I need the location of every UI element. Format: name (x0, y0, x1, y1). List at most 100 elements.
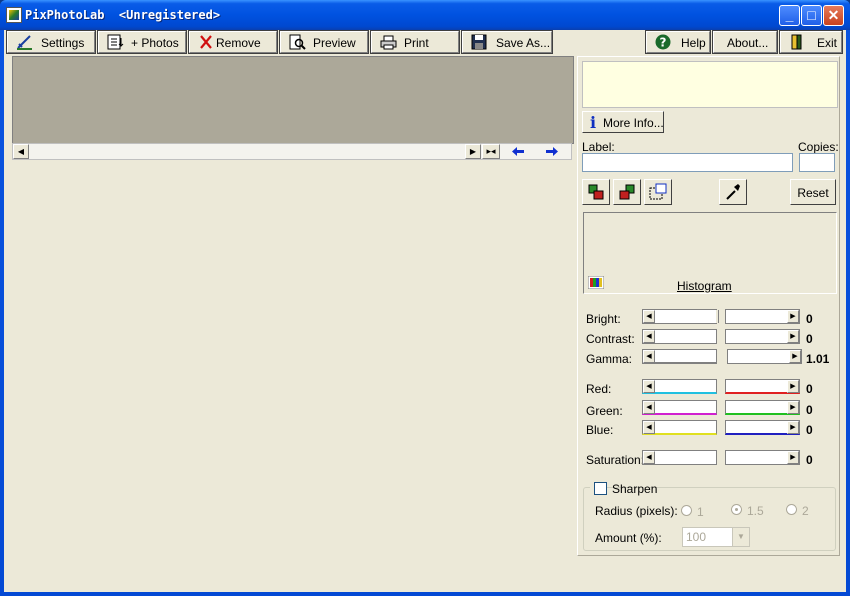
green-value: 0 (806, 403, 813, 417)
blue-left-arrow[interactable]: ◀ (643, 421, 655, 434)
amount-select[interactable]: 100 ▼ (682, 527, 750, 547)
green-slider-plus[interactable]: ▶ (725, 400, 800, 415)
sharpen-label: Sharpen (612, 482, 658, 496)
eyedropper-button[interactable] (719, 179, 747, 205)
remove-button[interactable]: Remove (188, 30, 278, 54)
about-label: About... (727, 36, 769, 50)
radius-option-1-label: 1 (697, 505, 704, 519)
saturation-left-arrow[interactable]: ◀ (643, 451, 655, 464)
preview-button[interactable]: Preview (279, 30, 369, 54)
rotate-left-button[interactable] (582, 179, 610, 205)
blue-right-arrow[interactable]: ▶ (787, 421, 799, 434)
next-photo-arrow-icon[interactable] (545, 146, 559, 157)
red-right-arrow[interactable]: ▶ (787, 380, 799, 393)
toolbar: Settings + Photos Remove Preview Print S… (4, 30, 846, 56)
red-value: 0 (806, 382, 813, 396)
blue-value: 0 (806, 423, 813, 437)
contrast-value: 0 (806, 332, 813, 346)
red-left-arrow[interactable]: ◀ (643, 380, 655, 393)
exit-button[interactable]: Exit (779, 30, 843, 54)
copies-input[interactable] (799, 153, 835, 172)
nav-arrows (503, 144, 571, 159)
amount-value: 100 (686, 530, 707, 544)
label-input[interactable] (582, 153, 793, 172)
photo-thumbnail-strip[interactable] (12, 56, 574, 144)
adjustment-panel: i More Info... Label: Copies: Reset Hist… (577, 56, 840, 556)
copies-caption: Copies: (798, 140, 839, 154)
reset-button[interactable]: Reset (790, 179, 836, 205)
radius-option-1-radio[interactable] (681, 505, 692, 516)
title-bar[interactable]: PixPhotoLab <Unregistered> _ □ ✕ (0, 0, 850, 30)
crop-icon (649, 183, 667, 200)
saturation-slider-plus[interactable]: ▶ (725, 450, 800, 465)
gamma-slider-plus[interactable]: ▶ (727, 349, 802, 364)
close-button[interactable]: ✕ (823, 5, 844, 26)
previous-photo-arrow-icon[interactable] (511, 146, 525, 157)
svg-text:?: ? (660, 36, 667, 50)
radius-option-2-radio[interactable] (786, 504, 797, 515)
more-info-button[interactable]: i More Info... (582, 111, 664, 133)
rotate-right-icon (619, 184, 635, 200)
saturation-right-arrow[interactable]: ▶ (787, 451, 799, 464)
scroll-right-button[interactable]: ▶ (465, 144, 481, 159)
bright-left-arrow[interactable]: ◀ (643, 310, 655, 323)
thumbnail-scrollbar[interactable]: ◀ ▶ ▸◂ (12, 143, 572, 160)
maximize-button[interactable]: □ (801, 5, 822, 26)
info-icon: i (590, 113, 597, 132)
printer-icon (380, 35, 397, 50)
bright-slider-minus[interactable]: ◀ (642, 309, 719, 324)
histogram-box: Histogram (583, 212, 837, 294)
saturation-slider-minus[interactable]: ◀ (642, 450, 717, 465)
save-as-button[interactable]: Save As... (461, 30, 553, 54)
bright-right-arrow[interactable]: ▶ (787, 310, 799, 323)
sharpen-toggle[interactable]: Sharpen (590, 480, 657, 496)
minimize-button[interactable]: _ (779, 5, 800, 26)
exit-label: Exit (817, 36, 838, 50)
radius-option-1-5-label: 1.5 (747, 504, 764, 518)
contrast-slider-plus[interactable]: ▶ (725, 329, 800, 344)
bright-slider-plus[interactable]: ▶ (725, 309, 800, 324)
print-button[interactable]: Print (370, 30, 460, 54)
red-slider-plus[interactable]: ▶ (725, 379, 800, 394)
fit-thumbnails-button[interactable]: ▸◂ (482, 144, 500, 159)
about-button[interactable]: About... (712, 30, 778, 54)
print-label: Print (404, 36, 429, 50)
chevron-down-icon[interactable]: ▼ (732, 528, 749, 546)
amount-label: Amount (%): (595, 531, 662, 545)
crop-button[interactable] (644, 179, 672, 205)
settings-icon (17, 35, 32, 50)
help-label: Help (681, 36, 706, 50)
remove-icon (200, 35, 212, 49)
scroll-left-button[interactable]: ◀ (13, 144, 29, 159)
blue-slider-minus[interactable]: ◀ (642, 420, 717, 435)
sharpen-checkbox[interactable] (594, 482, 607, 495)
histogram-color-icon[interactable] (588, 276, 604, 289)
bright-value: 0 (806, 312, 813, 326)
add-photos-button[interactable]: + Photos (97, 30, 187, 54)
radius-option-1-5-radio[interactable] (731, 504, 742, 515)
window-title: PixPhotoLab <Unregistered> (25, 8, 221, 22)
minimize-icon: _ (785, 7, 794, 23)
bright-thumb[interactable] (715, 310, 719, 323)
gamma-slider-minus[interactable]: ◀ (642, 349, 717, 364)
gamma-right-arrow[interactable]: ▶ (789, 350, 801, 363)
blue-slider-plus[interactable]: ▶ (725, 420, 800, 435)
rotate-left-icon (588, 184, 604, 200)
green-right-arrow[interactable]: ▶ (787, 401, 799, 414)
radius-option-2-label: 2 (802, 504, 809, 518)
app-icon (6, 7, 22, 23)
green-slider-minus[interactable]: ◀ (642, 400, 717, 415)
red-slider-minus[interactable]: ◀ (642, 379, 717, 394)
settings-button[interactable]: Settings (6, 30, 96, 54)
contrast-slider-minus[interactable]: ◀ (642, 329, 717, 344)
rotate-right-button[interactable] (613, 179, 641, 205)
contrast-right-arrow[interactable]: ▶ (787, 330, 799, 343)
green-left-arrow[interactable]: ◀ (643, 401, 655, 414)
gamma-left-arrow[interactable]: ◀ (643, 350, 655, 363)
histogram-link[interactable]: Histogram (677, 279, 732, 293)
contrast-left-arrow[interactable]: ◀ (643, 330, 655, 343)
help-button[interactable]: ? Help (645, 30, 711, 54)
saturation-value: 0 (806, 453, 813, 467)
more-info-label: More Info... (603, 116, 664, 130)
green-label: Green: (586, 404, 623, 418)
